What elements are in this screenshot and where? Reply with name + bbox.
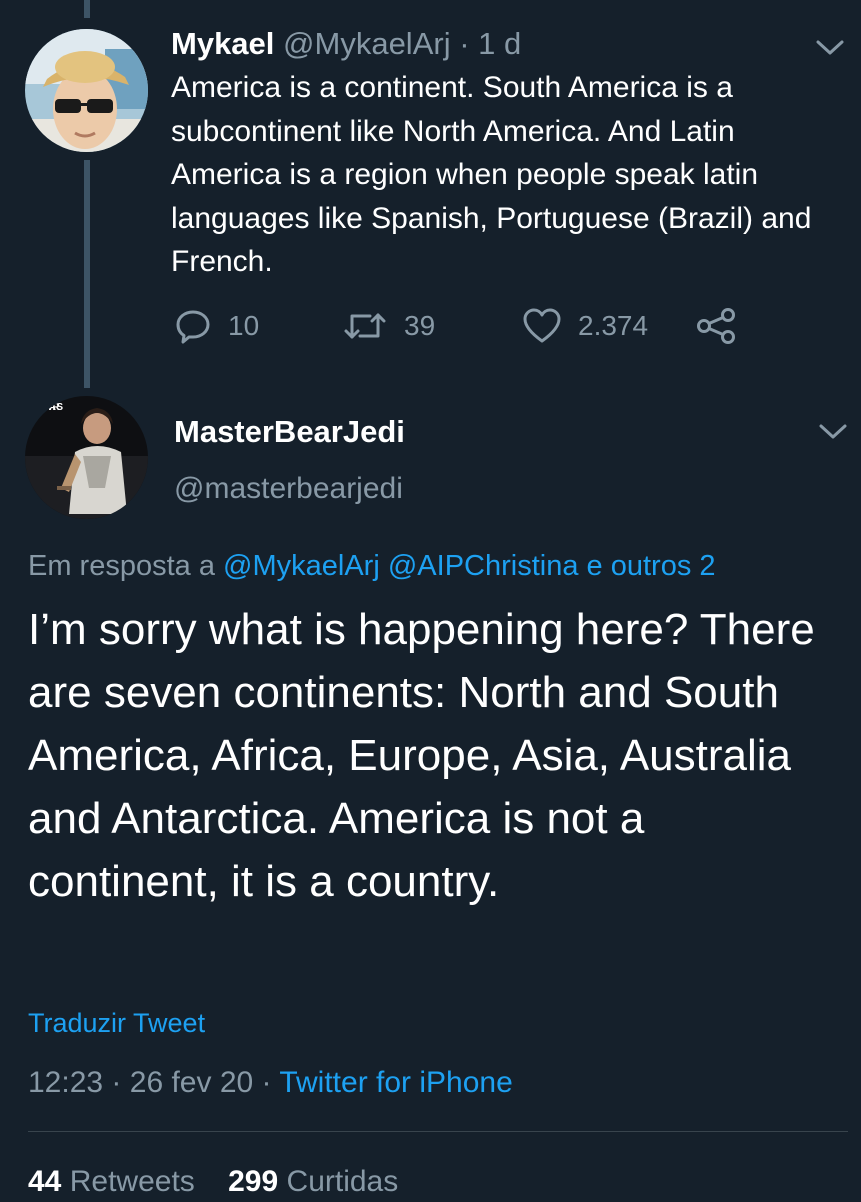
like-count: 2.374 <box>578 310 649 341</box>
tweet2-display-name[interactable]: MasterBearJedi <box>174 412 405 452</box>
retweet-icon <box>344 313 386 339</box>
tweet2-stats: 44 Retweets 299 Curtidas <box>28 1162 398 1202</box>
avatar-logo-text: STAR WARS <box>31 402 63 413</box>
avatar-mykael[interactable] <box>25 29 148 152</box>
share-button[interactable] <box>695 304 737 348</box>
thread-line-top <box>84 0 90 18</box>
tweet2-date: 26 fev 20 <box>129 1066 254 1099</box>
chevron-down-icon[interactable] <box>815 38 845 58</box>
tweet2-time: 12:23 <box>28 1066 104 1099</box>
reply-context: Em resposta a @MykaelArj @AIPChristina e… <box>28 546 716 586</box>
retweets-stat[interactable]: 44 Retweets <box>28 1165 195 1198</box>
retweet-button[interactable]: 39 <box>342 304 435 348</box>
share-icon <box>697 308 735 344</box>
thread-line-connector <box>84 160 90 388</box>
divider <box>28 1131 848 1132</box>
likes-label: Curtidas <box>286 1165 399 1198</box>
reply-mention-link[interactable]: @MykaelArj <box>223 550 380 582</box>
tweet1-header: Mykael @MykaelArj · 1 d <box>171 24 521 64</box>
retweet-count: 39 <box>404 310 436 341</box>
reply-mention-link[interactable]: @AIPChristina <box>388 550 579 582</box>
tweet2-text: I’m sorry what is happening here? There … <box>28 605 815 906</box>
tweet2-metadata: 12:23 · 26 fev 20 · Twitter for iPhone <box>28 1063 513 1103</box>
tweet2-handle[interactable]: @masterbearjedi <box>174 469 403 509</box>
retweets-count: 44 <box>28 1165 62 1198</box>
reply-prefix: Em resposta a <box>28 550 215 582</box>
avatar-masterbearjedi[interactable]: STAR WARS <box>25 396 148 519</box>
chevron-down-icon[interactable] <box>818 422 848 442</box>
reply-icon <box>176 310 210 344</box>
tweet-source-link[interactable]: Twitter for iPhone <box>279 1066 512 1099</box>
meta-separator: · <box>111 1066 122 1099</box>
translate-tweet-link[interactable]: Traduzir Tweet <box>28 1004 205 1042</box>
tweet1-time[interactable]: 1 d <box>478 26 521 61</box>
likes-stat[interactable]: 299 Curtidas <box>228 1165 398 1198</box>
tweet1-text: America is a continent. South America is… <box>171 71 812 278</box>
tweet1-handle[interactable]: @MykaelArj <box>283 26 451 61</box>
reply-button[interactable]: 10 <box>174 304 259 348</box>
like-button[interactable]: 2.374 <box>522 304 648 348</box>
tweet1-separator: · <box>459 26 470 61</box>
likes-count: 299 <box>228 1165 279 1198</box>
reply-count: 10 <box>228 310 260 341</box>
heart-icon <box>523 308 561 343</box>
reply-others-link[interactable]: e outros 2 <box>587 550 716 582</box>
retweets-label: Retweets <box>69 1165 195 1198</box>
meta-separator: · <box>261 1066 272 1099</box>
tweet1-display-name[interactable]: Mykael <box>171 26 274 61</box>
